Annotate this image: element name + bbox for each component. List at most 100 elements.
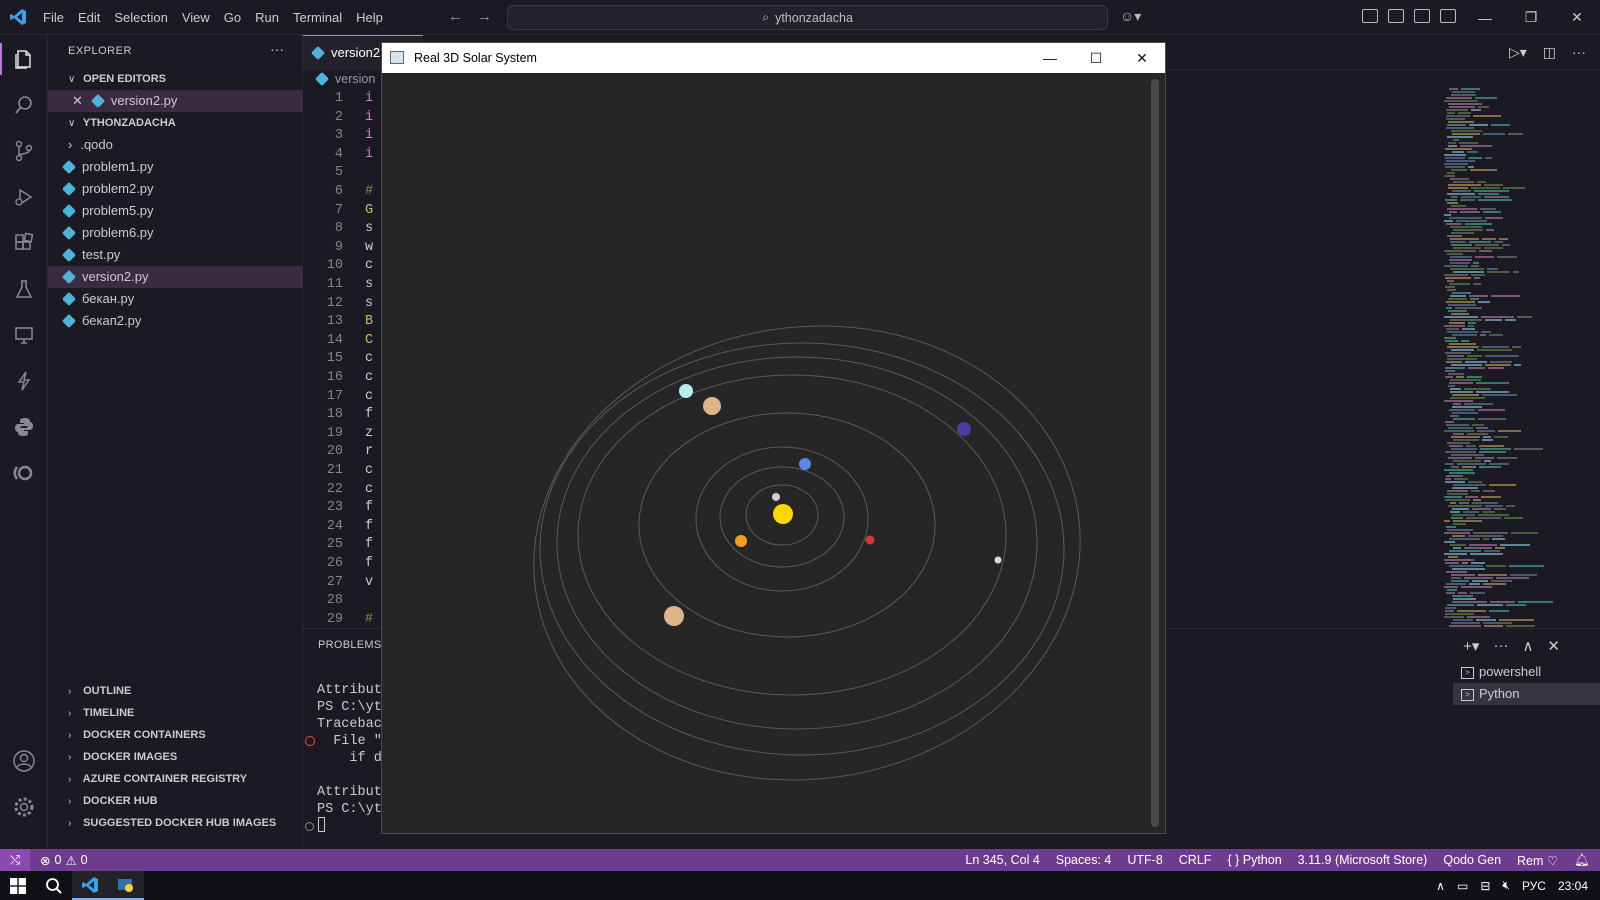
code-line[interactable]: f [365,556,373,571]
search-icon[interactable] [12,93,36,117]
cursor-position[interactable]: Ln 345, Col 4 [965,853,1039,867]
settings-gear-icon[interactable] [12,795,36,819]
folder-item[interactable]: › .qodo [48,134,303,156]
menu-file[interactable]: File [36,0,71,35]
rem-status[interactable]: Rem ♡ [1517,853,1558,868]
menu-terminal[interactable]: Terminal [286,0,349,35]
language-mode[interactable]: { } Python [1227,853,1281,867]
code-line[interactable]: f [365,407,373,422]
terminal-item-powershell[interactable]: > powershell [1453,661,1600,683]
file-item[interactable]: бекан.py [48,288,303,310]
extensions-icon[interactable] [12,231,36,255]
window-title-bar[interactable]: Real 3D Solar System — ☐ ✕ [382,43,1165,73]
more-actions-icon[interactable]: ··· [270,41,284,57]
window-scrollbar[interactable] [1151,79,1159,827]
code-line[interactable]: c [365,258,373,273]
windows-start-icon[interactable] [0,871,36,900]
breadcrumb[interactable]: version [314,71,375,86]
outline-section[interactable]: › OUTLINE [48,680,303,702]
maximize-icon[interactable]: ☐ [1073,43,1119,73]
open-editors-section[interactable]: ∨ OPEN EDITORS [48,68,303,90]
minimize-icon[interactable]: — [1462,0,1508,35]
more-actions-icon[interactable]: ··· [1572,44,1586,61]
terminal-item-python[interactable]: > Python [1453,683,1600,705]
copilot-icon[interactable]: ☺▾ [1120,8,1141,25]
code-line[interactable]: f [365,537,373,552]
file-item[interactable]: problem2.py [48,178,303,200]
azure-registry-section[interactable]: › AZURE CONTAINER REGISTRY [48,768,303,790]
file-item[interactable]: problem5.py [48,200,303,222]
minimize-icon[interactable]: — [1027,43,1073,73]
maximize-panel-icon[interactable]: ∧ [1522,637,1533,655]
line-ending[interactable]: CRLF [1179,853,1212,867]
network-icon[interactable]: ⊟ [1480,879,1490,893]
close-panel-icon[interactable]: ✕ [1547,637,1560,655]
code-line[interactable]: i [365,147,373,162]
problems-status[interactable]: ⊗ 0 ⚠ 0 [40,853,88,868]
remote-indicator-icon[interactable]: ⤭ [0,849,30,871]
code-line[interactable]: # [365,612,373,627]
remote-explorer-icon[interactable] [12,323,36,347]
file-item[interactable]: problem1.py [48,156,303,178]
docker-containers-section[interactable]: › DOCKER CONTAINERS [48,724,303,746]
docker-images-section[interactable]: › DOCKER IMAGES [48,746,303,768]
volume-muted-icon[interactable]: 🔇︎ [1502,878,1510,893]
open-editor-item[interactable]: ✕ version2.py [48,90,303,112]
code-line[interactable]: f [365,500,373,515]
menu-help[interactable]: Help [349,0,390,35]
suggested-docker-section[interactable]: › SUGGESTED DOCKER HUB IMAGES [48,812,303,834]
code-line[interactable]: B [365,314,373,329]
restore-icon[interactable]: ❐ [1508,0,1554,35]
testing-flask-icon[interactable] [12,277,36,301]
code-line[interactable]: r [365,444,373,459]
keyboard-language[interactable]: РУС [1522,879,1546,893]
customize-layout-icon[interactable] [1362,9,1378,23]
command-center-search[interactable]: ⌕ ythonzadacha [507,5,1108,30]
solar-system-canvas[interactable] [382,73,1165,833]
code-line[interactable]: v [365,575,373,590]
code-line[interactable]: w [365,240,373,255]
qodo-icon[interactable] [12,461,36,485]
minimap[interactable] [1440,88,1560,628]
explorer-icon[interactable] [12,47,36,71]
python-interpreter[interactable]: 3.11.9 (Microsoft Store) [1298,853,1428,867]
indentation[interactable]: Spaces: 4 [1056,853,1112,867]
account-icon[interactable] [12,749,36,773]
clock[interactable]: 23:04 [1558,879,1588,893]
code-line[interactable]: i [365,128,373,143]
docker-hub-section[interactable]: › DOCKER HUB [48,790,303,812]
new-terminal-icon[interactable]: +▾ [1463,637,1479,655]
menu-selection[interactable]: Selection [107,0,174,35]
run-debug-icon[interactable] [12,185,36,209]
code-line[interactable]: c [365,463,373,478]
python-icon[interactable] [12,415,36,439]
notifications-bell-icon[interactable]: 🔔︎ [1574,853,1590,868]
toggle-sidebar-icon[interactable] [1388,9,1404,23]
back-arrow-icon[interactable]: ← [448,8,463,25]
taskbar-search-icon[interactable] [36,871,72,900]
menu-view[interactable]: View [175,0,217,35]
code-line[interactable]: # [365,184,373,199]
code-line[interactable]: C [365,333,373,348]
file-item[interactable]: problem6.py [48,222,303,244]
split-editor-icon[interactable]: ◫ [1543,44,1556,61]
code-line[interactable]: z [365,426,373,441]
timeline-section[interactable]: › TIMELINE [48,702,303,724]
menu-edit[interactable]: Edit [71,0,107,35]
qodo-status[interactable]: Qodo Gen [1443,853,1501,867]
show-hidden-icons-icon[interactable]: ∧ [1436,879,1445,893]
code-line[interactable]: s [365,277,373,292]
lightning-icon[interactable] [12,369,36,393]
taskbar-python-icon[interactable] [108,871,144,900]
code-line[interactable]: c [365,482,373,497]
source-control-icon[interactable] [12,139,36,163]
code-line[interactable]: c [365,351,373,366]
terminal-cursor[interactable] [318,817,325,832]
code-line[interactable]: i [365,110,373,125]
code-line[interactable]: c [365,389,373,404]
more-actions-icon[interactable]: ··· [1493,637,1508,655]
toggle-panel-icon[interactable] [1414,9,1430,23]
forward-arrow-icon[interactable]: → [477,8,492,25]
problems-tab[interactable]: PROBLEMS [318,639,382,651]
menu-go[interactable]: Go [217,0,248,35]
